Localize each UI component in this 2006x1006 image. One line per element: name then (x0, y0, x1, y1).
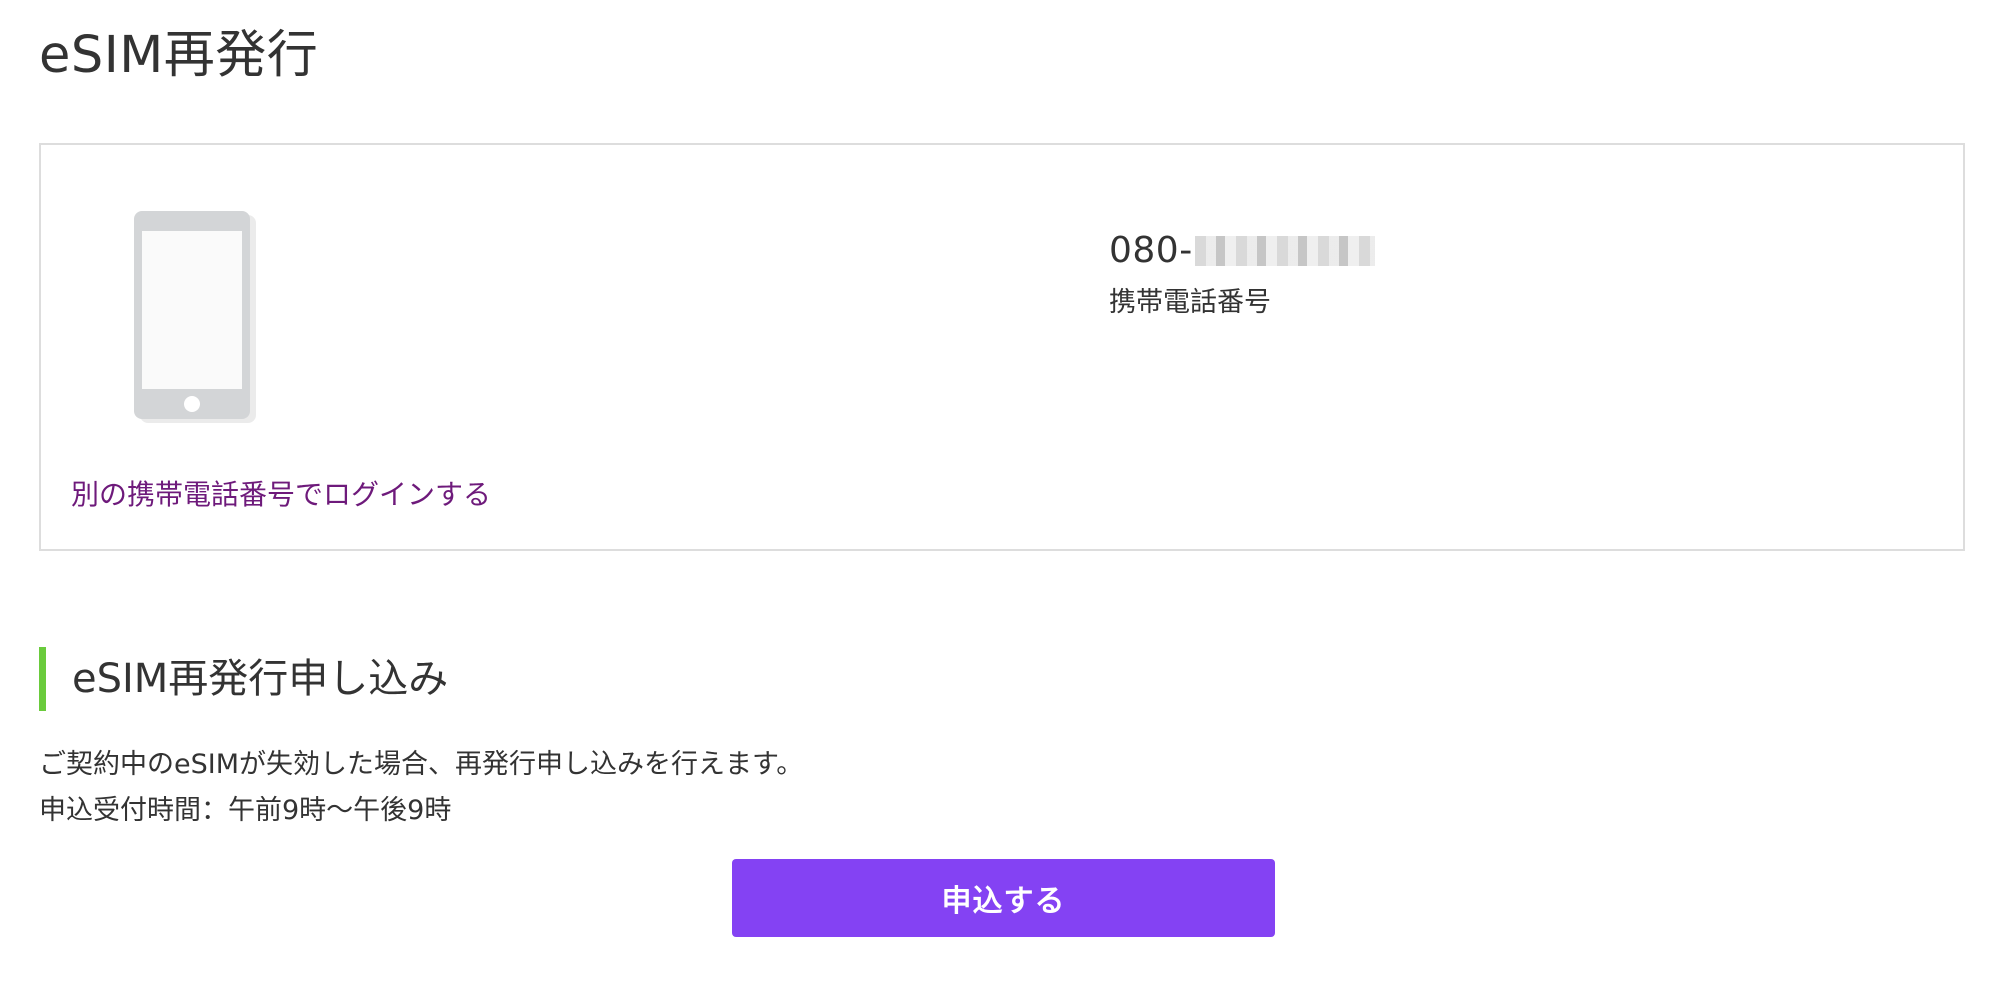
masked-phone-digits (1194, 236, 1375, 266)
phone-number: 080- (1109, 225, 1375, 277)
reception-hours: 申込受付時間：午前9時〜午後9時 (39, 795, 452, 826)
reissue-section-header: eSIM再発行申し込み (39, 647, 448, 711)
phone-number-label: 携帯電話番号 (1109, 287, 1271, 318)
account-card: 別の携帯電話番号でログインする 080- 携帯電話番号 (39, 143, 1965, 551)
smartphone-icon (134, 211, 256, 423)
reissue-description: ご契約中のeSIMが失効した場合、再発行申し込みを行えます。 申込受付時間：午前… (39, 742, 803, 834)
phone-number-block: 080- 携帯電話番号 (1109, 225, 1375, 323)
other-number-login-link[interactable]: 別の携帯電話番号でログインする (71, 475, 491, 515)
esim-reissue-page: eSIM再発行 別の携帯電話番号でログインする 080- 携帯電話番号 eSIM… (0, 0, 2006, 1006)
page-title: eSIM再発行 (39, 26, 319, 85)
apply-button[interactable]: 申込する (732, 859, 1275, 937)
description-line: ご契約中のeSIMが失効した場合、再発行申し込みを行えます。 (39, 749, 804, 780)
section-accent-bar (39, 647, 46, 711)
section-title: eSIM再発行申し込み (72, 656, 449, 702)
phone-number-prefix: 080- (1109, 230, 1193, 271)
